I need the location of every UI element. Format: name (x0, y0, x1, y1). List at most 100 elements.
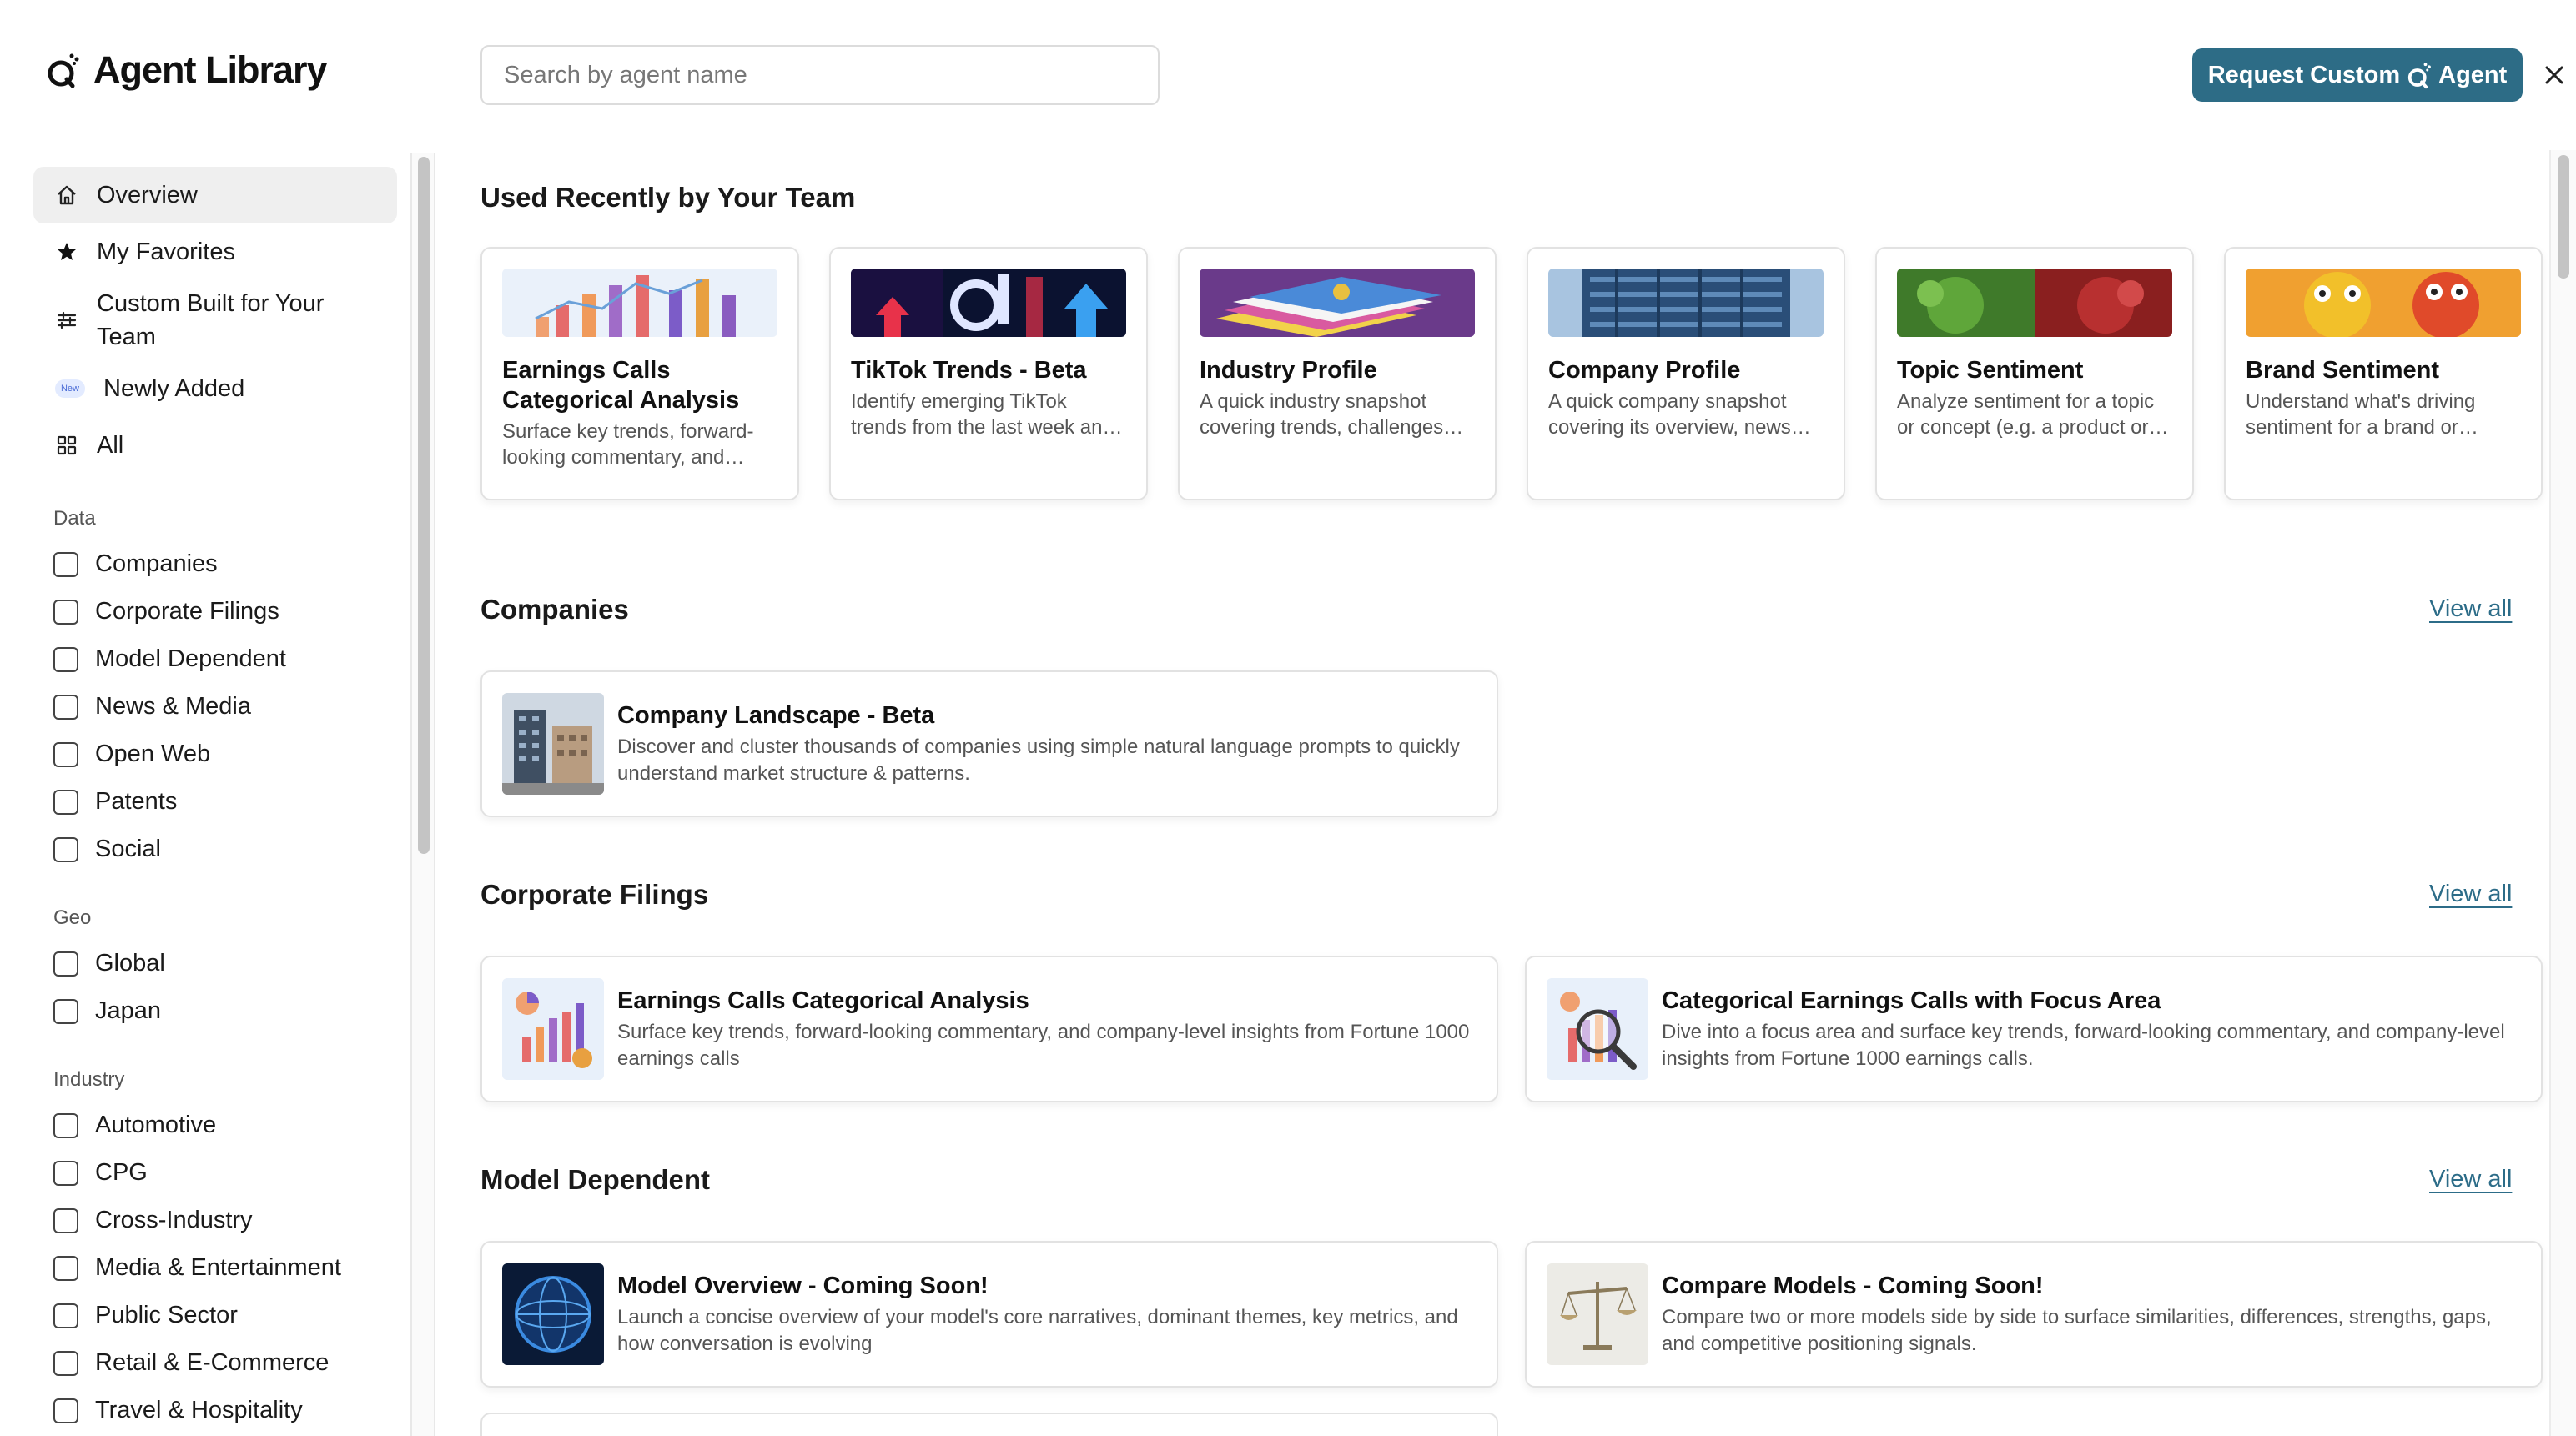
sidebar: Overview My Favorites Custom Built for Y… (33, 167, 397, 1434)
checkbox[interactable] (53, 646, 78, 672)
filter-option[interactable]: Global (33, 940, 397, 987)
card-title: Compare Models - Coming Soon! (1662, 1273, 2044, 1299)
card-description: Understand what's driving sentiment for … (2246, 390, 2476, 439)
filter-option[interactable]: Social (33, 826, 397, 873)
close-icon (2545, 66, 2563, 84)
card-title: Topic Sentiment (1897, 357, 2084, 384)
agent-card[interactable]: Categorical Earnings Calls with Focus Ar… (1525, 956, 2543, 1102)
agent-card[interactable]: Company Landscape - Beta Discover and cl… (480, 670, 1498, 817)
filter-option-label: Companies (95, 550, 218, 577)
filter-option[interactable]: Automotive (33, 1102, 397, 1149)
request-button-label-start: Request Custom (2207, 61, 2401, 88)
card-description: Launch a concise overview of your model'… (617, 1306, 1458, 1355)
checkbox[interactable] (53, 836, 78, 862)
search-input[interactable] (480, 45, 1160, 105)
filter-option-label: Patents (95, 788, 178, 815)
filter-option[interactable]: Open Web (33, 731, 397, 778)
logo-icon (48, 53, 79, 88)
filter-option[interactable]: News & Media (33, 683, 397, 731)
checkbox[interactable] (53, 1398, 78, 1423)
main-scrollbar[interactable] (2549, 150, 2576, 1436)
brand-characters-thumbnail-icon (2246, 269, 2521, 337)
section-title-model-dependent: Model Dependent (480, 1164, 711, 1195)
checkbox[interactable] (53, 1350, 78, 1376)
agent-card[interactable]: Earnings Calls Categorical Analysis Surf… (480, 956, 1498, 1102)
star-icon (55, 240, 78, 264)
card-title: Company Landscape - Beta (617, 702, 935, 729)
card-title: Earnings Calls Categorical Analysis (502, 357, 740, 414)
section-title-corporate-filings: Corporate Filings (480, 879, 709, 910)
recent-agent-card[interactable]: Earnings Calls Categorical Analysis Surf… (480, 247, 799, 500)
sidebar-scrollbar[interactable] (410, 153, 435, 1436)
sidebar-item-all[interactable]: All (33, 417, 397, 474)
filter-option-label: News & Media (95, 693, 251, 720)
home-icon (55, 183, 78, 207)
filter-option[interactable]: Public Sector (33, 1292, 397, 1339)
checkbox[interactable] (53, 1160, 78, 1186)
app-title: Agent Library (93, 48, 328, 91)
checkbox[interactable] (53, 1208, 78, 1233)
checkbox[interactable] (53, 789, 78, 815)
card-description: Compare two or more models side by side … (1662, 1306, 2492, 1355)
recent-agent-card[interactable]: Industry Profile A quick industry snapsh… (1178, 247, 1497, 500)
recent-agent-card[interactable]: Company Profile A quick company snapshot… (1527, 247, 1845, 500)
section-title-companies: Companies (480, 594, 629, 625)
card-description: Surface key trends, forward-looking comm… (502, 420, 754, 469)
checkbox[interactable] (53, 998, 78, 1024)
filter-option[interactable]: Model Dependent (33, 635, 397, 683)
recent-agent-card[interactable]: Brand Sentiment Understand what's drivin… (2224, 247, 2543, 500)
main-scrollbar-thumb[interactable] (2558, 155, 2569, 279)
sidebar-item-newly-added[interactable]: New Newly Added (33, 360, 397, 417)
checkbox[interactable] (53, 951, 78, 977)
checkbox[interactable] (53, 599, 78, 625)
recent-agent-card[interactable]: TikTok Trends - Beta Identify emerging T… (829, 247, 1148, 500)
request-custom-agent-button[interactable]: Request Custom Agent (2192, 48, 2523, 102)
filter-option[interactable]: Cross-Industry (33, 1197, 397, 1244)
close-button[interactable] (2539, 60, 2569, 90)
sidebar-item-label: Custom Built for Your Team (97, 290, 325, 350)
sidebar-item-label: My Favorites (97, 238, 235, 265)
new-badge-icon: New (55, 379, 85, 398)
card-title: Earnings Calls Categorical Analysis (617, 987, 1029, 1014)
bar-chart-thumbnail-icon (502, 269, 777, 337)
agent-card-partial[interactable] (480, 1413, 1498, 1436)
logo-icon (2408, 63, 2431, 89)
filter-option[interactable]: Corporate Filings (33, 588, 397, 635)
sidebar-item-overview[interactable]: Overview (33, 167, 397, 223)
globe-thumbnail-icon (502, 1263, 604, 1365)
filter-heading-data: Data (53, 507, 96, 530)
recent-agent-card[interactable]: Topic Sentiment Analyze sentiment for a … (1875, 247, 2194, 500)
filter-option-label: Travel & Hospitality (95, 1397, 303, 1423)
agent-card[interactable]: Model Overview - Coming Soon! Launch a c… (480, 1241, 1498, 1388)
filter-option[interactable]: Japan (33, 987, 397, 1035)
card-description: A quick industry snapshot covering trend… (1200, 390, 1444, 439)
checkbox[interactable] (53, 741, 78, 767)
view-all-corporate-filings-link[interactable]: View all (2429, 881, 2512, 908)
sidebar-item-favorites[interactable]: My Favorites (33, 223, 397, 280)
agent-card[interactable]: Compare Models - Coming Soon! Compare tw… (1525, 1241, 2543, 1388)
sidebar-item-custom-built[interactable]: Custom Built for Your Team (33, 280, 397, 360)
card-description: Identify emerging TikTok trends from the… (851, 390, 1114, 439)
filter-option[interactable]: Media & Entertainment (33, 1244, 397, 1292)
filter-option[interactable]: Companies (33, 540, 397, 588)
filter-option-label: Automotive (95, 1112, 217, 1138)
sentiment-thumbnail-icon (1897, 269, 2172, 337)
request-button-label-end: Agent (2438, 61, 2508, 88)
sliders-icon (55, 309, 78, 332)
view-all-model-dependent-link[interactable]: View all (2429, 1166, 2512, 1193)
city-buildings-thumbnail-icon (502, 693, 604, 795)
checkbox[interactable] (53, 1303, 78, 1328)
checkbox[interactable] (53, 1255, 78, 1281)
checkbox[interactable] (53, 1112, 78, 1138)
checkbox[interactable] (53, 694, 78, 720)
filter-option[interactable]: Travel & Hospitality (33, 1387, 397, 1434)
checkbox[interactable] (53, 551, 78, 577)
reports-thumbnail-icon (1200, 269, 1475, 337)
card-title: TikTok Trends - Beta (851, 357, 1087, 384)
view-all-companies-link[interactable]: View all (2429, 595, 2512, 623)
card-description: Surface key trends, forward-looking comm… (617, 1021, 1470, 1070)
filter-option[interactable]: CPG (33, 1149, 397, 1197)
sidebar-scrollbar-thumb[interactable] (418, 157, 430, 854)
filter-option[interactable]: Retail & E-Commerce (33, 1339, 397, 1387)
filter-option[interactable]: Patents (33, 778, 397, 826)
